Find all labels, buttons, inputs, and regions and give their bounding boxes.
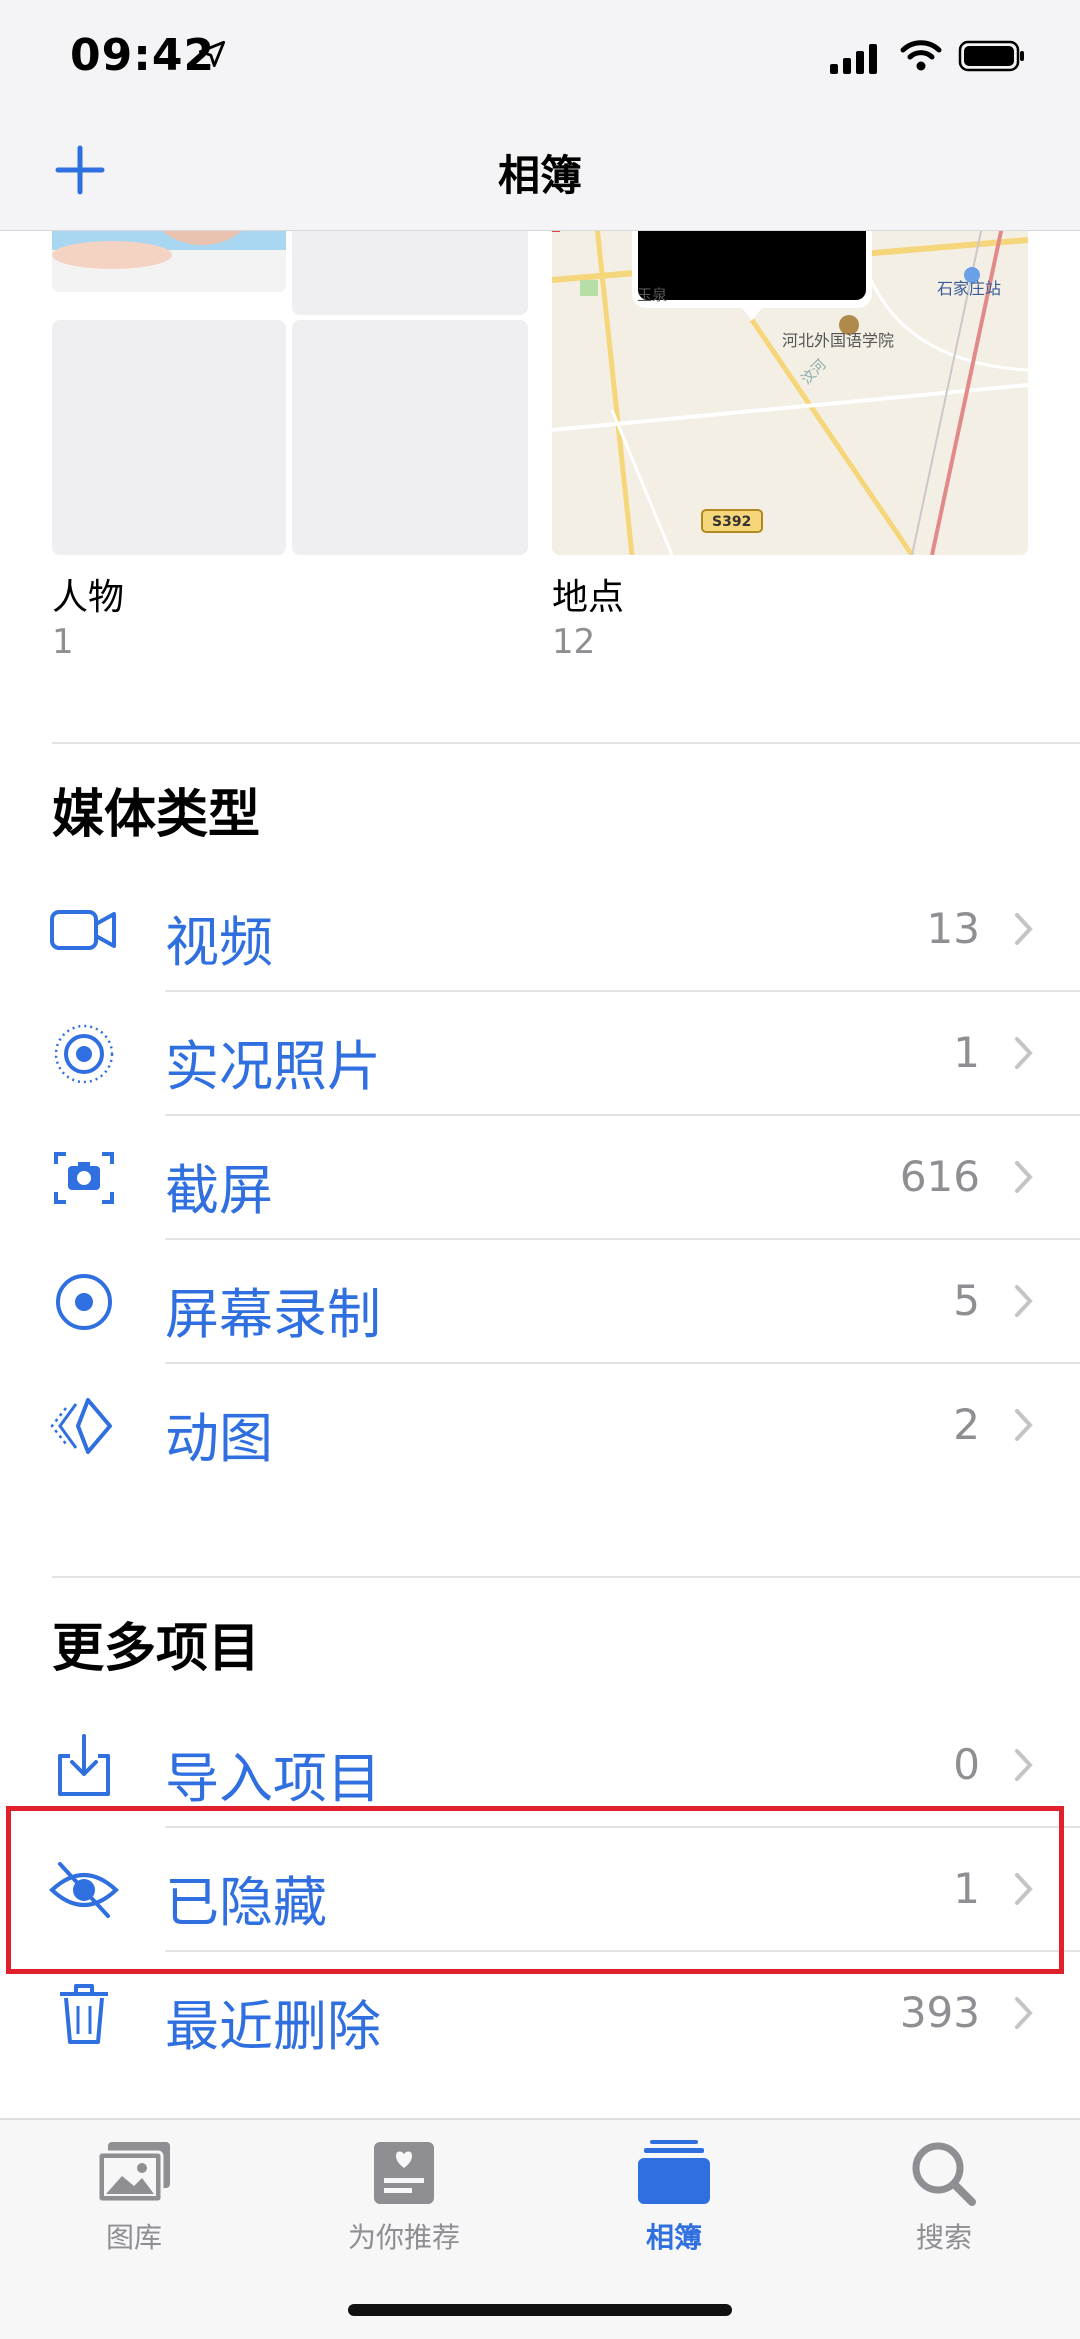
location-arrow-icon (198, 40, 226, 68)
section-divider (52, 742, 1080, 744)
screen-recording-icon (56, 1274, 112, 1330)
battery-icon (958, 40, 1024, 72)
row-count: 393 (899, 1988, 980, 2037)
tab-for-you[interactable]: 为你推荐 (294, 2138, 514, 2256)
trash-icon (60, 1984, 108, 2044)
people-tile (292, 320, 528, 555)
hidden-eye-icon (49, 1862, 119, 1918)
photos-icon (96, 2142, 170, 2204)
map-label: 玉泉 (637, 286, 667, 304)
chevron-right-icon (1015, 1997, 1033, 2029)
row-animated[interactable]: 动图 2 (0, 1364, 1080, 1488)
row-label: 屏幕录制 (165, 1283, 381, 1346)
places-map[interactable]: 玉泉 石家庄站 河北外国语学院 S392 汶河 (552, 180, 1028, 555)
screenshot-icon (54, 1152, 114, 1204)
chevron-right-icon (1015, 913, 1033, 945)
top-bar: 09:42 相簿 (0, 0, 1080, 231)
video-icon (50, 910, 116, 950)
search-icon (912, 2142, 976, 2206)
page-title: 相簿 (497, 151, 582, 200)
albums-icon (638, 2140, 710, 2204)
row-label: 最近删除 (165, 1995, 381, 2058)
for-you-icon (374, 2142, 434, 2204)
chevron-right-icon (1015, 1037, 1033, 1069)
row-screen-recordings[interactable]: 屏幕录制 5 (0, 1240, 1080, 1364)
tab-label: 搜索 (915, 2221, 972, 2254)
row-live-photos[interactable]: 实况照片 1 (0, 992, 1080, 1116)
row-screenshots[interactable]: 截屏 616 (0, 1116, 1080, 1240)
live-photo-icon (54, 1024, 114, 1084)
row-count: 616 (899, 1152, 980, 1201)
map-label: S392 (712, 514, 751, 530)
cellular-signal-icon (830, 44, 877, 74)
row-count: 1 (953, 1028, 980, 1077)
tab-albums[interactable]: 相簿 (564, 2138, 784, 2256)
chevron-right-icon (1015, 1873, 1033, 1905)
tab-label: 为你推荐 (347, 2221, 460, 2254)
chevron-right-icon (1015, 1409, 1033, 1441)
chevron-right-icon (1015, 1161, 1033, 1193)
tab-label: 相簿 (645, 2221, 702, 2254)
section-title-media-types: 媒体类型 (52, 785, 261, 845)
wifi-icon (900, 40, 942, 71)
section-divider (52, 1576, 1080, 1578)
tab-search[interactable]: 搜索 (834, 2138, 1054, 2256)
map-label: 石家庄站 (937, 279, 1001, 298)
places-album-count: 12 (552, 622, 596, 662)
chevron-right-icon (1015, 1285, 1033, 1317)
row-recently-deleted[interactable]: 最近删除 393 (0, 1952, 1080, 2076)
home-indicator[interactable] (348, 2304, 732, 2316)
section-title-more-items: 更多项目 (52, 1619, 261, 1679)
row-count: 5 (953, 1276, 980, 1325)
people-tile (52, 320, 286, 555)
row-label: 导入项目 (165, 1747, 381, 1810)
row-label: 视频 (165, 911, 273, 974)
row-count: 2 (953, 1400, 980, 1449)
row-imports[interactable]: 导入项目 0 (0, 1704, 1080, 1828)
row-hidden[interactable]: 已隐藏 1 (0, 1828, 1080, 1952)
status-time: 09:42 (70, 30, 216, 81)
people-album-count: 1 (52, 622, 74, 662)
people-album[interactable] (52, 180, 528, 555)
animated-icon (50, 1398, 112, 1454)
people-album-label: 人物 (52, 577, 125, 618)
places-album-label: 地点 (552, 577, 625, 618)
row-count: 0 (953, 1740, 980, 1789)
chevron-right-icon (1015, 1749, 1033, 1781)
map-label: 河北外国语学院 (782, 331, 894, 350)
row-label: 已隐藏 (165, 1871, 327, 1934)
row-label: 截屏 (165, 1159, 273, 1222)
row-count: 13 (926, 904, 980, 953)
row-count: 1 (953, 1864, 980, 1913)
import-icon (58, 1734, 110, 1796)
tab-library[interactable]: 图库 (24, 2138, 244, 2256)
row-videos[interactable]: 视频 13 (0, 868, 1080, 992)
row-label: 实况照片 (165, 1035, 381, 1098)
tab-label: 图库 (105, 2221, 162, 2254)
row-label: 动图 (165, 1407, 273, 1470)
